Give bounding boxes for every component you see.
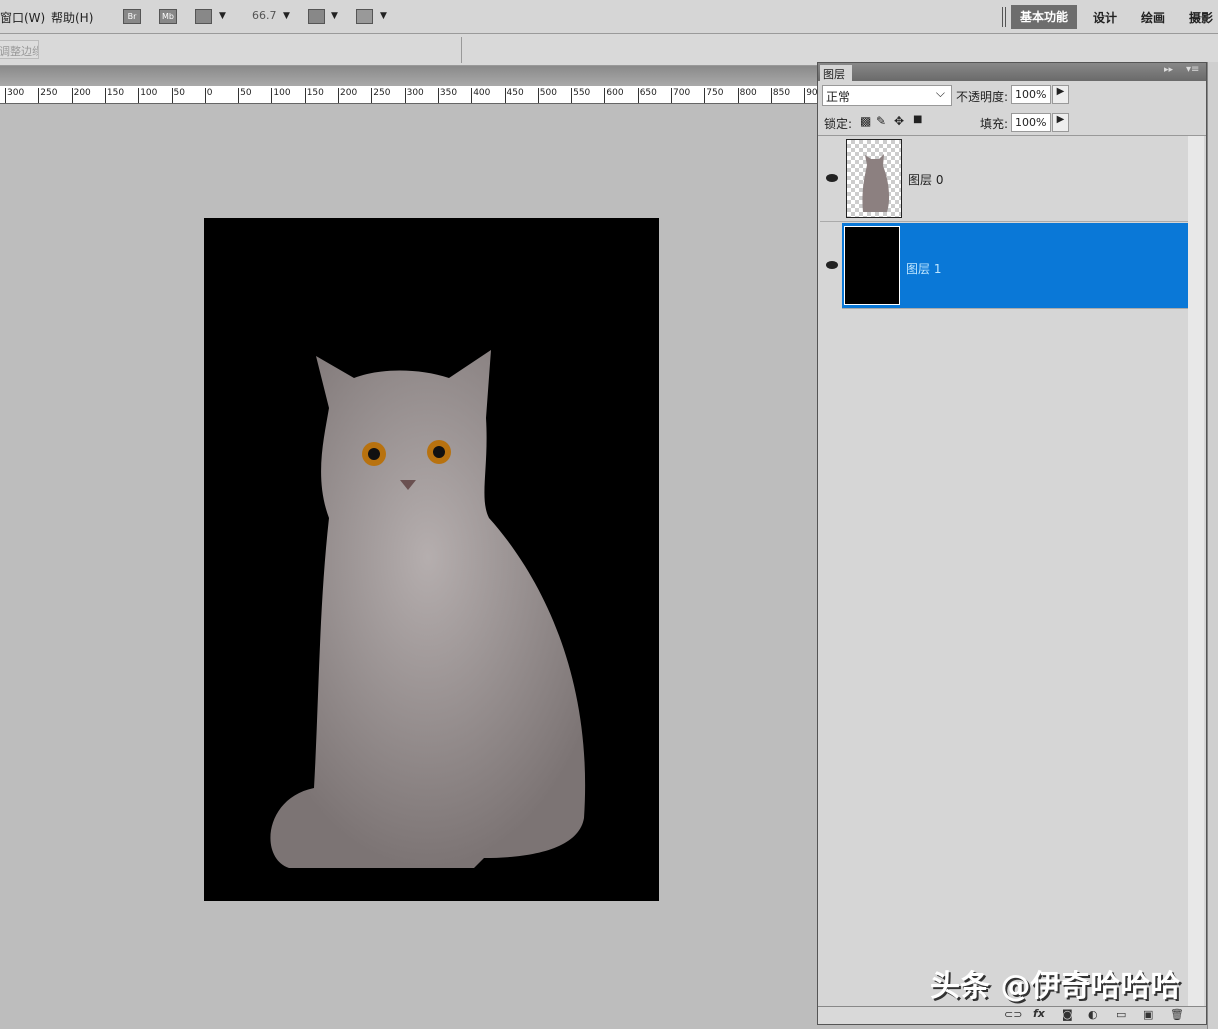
blend-mode-value: 正常	[826, 90, 851, 104]
ruler-label: 450	[504, 88, 524, 103]
ruler-label: 600	[604, 88, 624, 103]
ruler-label: 400	[471, 88, 490, 103]
collapse-icon[interactable]: ▸▸	[1164, 65, 1173, 75]
cat-image	[270, 350, 586, 868]
opacity-label: 不透明度:	[956, 90, 1009, 104]
ruler-label: 650	[637, 88, 657, 103]
menu-help[interactable]: 帮助(H)	[51, 9, 93, 26]
ruler-label: 250	[38, 88, 57, 103]
ruler-label: 900	[804, 88, 817, 103]
group-icon[interactable]: ▭	[1116, 1008, 1126, 1021]
horizontal-ruler[interactable]: 300 250 200 150 100 50 0 50 100 150 200 250 300 350 40…	[0, 86, 817, 104]
lock-all-icon[interactable]: ■	[913, 114, 922, 125]
opacity-slider-button[interactable]: ▶	[1052, 85, 1069, 104]
layer-thumbnail	[844, 226, 900, 305]
chevron-down-icon[interactable]: ▼	[380, 11, 387, 21]
lock-paint-icon[interactable]: ✎	[876, 114, 886, 128]
panel-dock-strip	[1207, 62, 1218, 1029]
layers-footer: ⊂⊃ fx ◙ ◐ ▭ ▣ 🗑	[818, 1006, 1206, 1024]
menu-window[interactable]: 窗口(W)	[0, 9, 45, 26]
ruler-label: 100	[138, 88, 157, 103]
workspace-photography[interactable]: 摄影	[1189, 9, 1213, 26]
ruler-label: 300	[5, 88, 24, 103]
ruler-label: 700	[671, 88, 690, 103]
mask-icon[interactable]: ◙	[1062, 1008, 1073, 1021]
ruler-label: 800	[737, 88, 757, 103]
fill-slider-button[interactable]: ▶	[1052, 113, 1069, 132]
layer-name[interactable]: 图层 0	[908, 171, 943, 188]
workspace-essentials[interactable]: 基本功能	[1011, 5, 1077, 29]
layer-row[interactable]: 图层 0	[820, 136, 1188, 222]
zoom-level[interactable]: 66.7	[252, 9, 277, 22]
ruler-label: 150	[304, 88, 324, 103]
fill-input[interactable]: 100%	[1011, 113, 1051, 132]
ruler-label: 850	[770, 88, 790, 103]
ruler-label: 350	[437, 88, 457, 103]
fx-icon[interactable]: fx	[1033, 1007, 1045, 1020]
ruler-label: 500	[537, 88, 557, 103]
trash-icon[interactable]: 🗑	[1170, 1008, 1184, 1021]
menu-bar: 窗口(W) 帮助(H) Br Mb ▼ 66.7 ▼ ▼ ▼ 基本功能 设计 绘…	[0, 0, 1218, 34]
eye-icon[interactable]	[826, 261, 838, 269]
document-tab-strip	[0, 66, 817, 86]
layer-name[interactable]: 图层 1	[906, 260, 941, 277]
layers-scrollbar[interactable]	[1188, 136, 1204, 1006]
link-icon[interactable]: ⊂⊃	[1004, 1008, 1022, 1021]
opacity-input[interactable]: 100%	[1011, 85, 1051, 104]
lock-label: 锁定:	[824, 117, 853, 131]
eye-icon[interactable]	[826, 174, 838, 182]
chevron-down-icon[interactable]: ▼	[283, 11, 290, 21]
blend-mode-select[interactable]: 正常 ⌵	[822, 85, 952, 106]
tab-layers[interactable]: 图层	[820, 65, 852, 82]
bridge-button[interactable]: Br	[123, 9, 141, 24]
new-layer-icon[interactable]: ▣	[1143, 1008, 1153, 1021]
view-extras-icon[interactable]	[195, 9, 212, 24]
lock-position-icon[interactable]: ✥	[894, 114, 904, 128]
layer-thumbnail	[846, 139, 902, 218]
ruler-label: 300	[404, 88, 424, 103]
ruler-label: 200	[71, 88, 91, 103]
document-canvas[interactable]	[204, 218, 659, 901]
workspace-design[interactable]: 设计	[1093, 9, 1117, 26]
arrange-documents-icon[interactable]	[308, 9, 325, 24]
ruler-label: 550	[571, 88, 590, 103]
refine-edge-button[interactable]: 调整边缘...	[0, 40, 39, 59]
workspace-painting[interactable]: 绘画	[1141, 9, 1165, 26]
ruler-label: 0	[204, 88, 213, 103]
ruler-label: 50	[171, 88, 185, 103]
ruler-label: 750	[704, 88, 723, 103]
layers-panel: 图层 ▸▸ ▾≡ 正常 ⌵ 不透明度: 100% ▶ 锁定: ▩ ✎ ✥ ■ 填充…	[817, 62, 1207, 1025]
watermark: 头条 @伊奇哈哈哈	[930, 969, 1181, 1004]
chevron-down-icon: ⌵	[935, 86, 945, 100]
mini-bridge-button[interactable]: Mb	[159, 9, 177, 24]
panel-menu-icon[interactable]: ▾≡	[1186, 64, 1199, 75]
layer-row-selected[interactable]: 图层 1	[842, 223, 1188, 309]
ruler-label: 250	[371, 88, 390, 103]
ruler-label: 100	[271, 88, 291, 103]
chevron-down-icon[interactable]: ▼	[331, 11, 338, 21]
ruler-label: 200	[338, 88, 357, 103]
fill-label: 填充:	[980, 117, 1009, 131]
lock-transparent-icon[interactable]: ▩	[860, 114, 871, 128]
ruler-label: 50	[238, 88, 252, 103]
screen-mode-icon[interactable]	[356, 9, 373, 24]
chevron-down-icon[interactable]: ▼	[219, 11, 226, 21]
adjustment-icon[interactable]: ◐	[1088, 1008, 1098, 1021]
ruler-label: 150	[104, 88, 124, 103]
